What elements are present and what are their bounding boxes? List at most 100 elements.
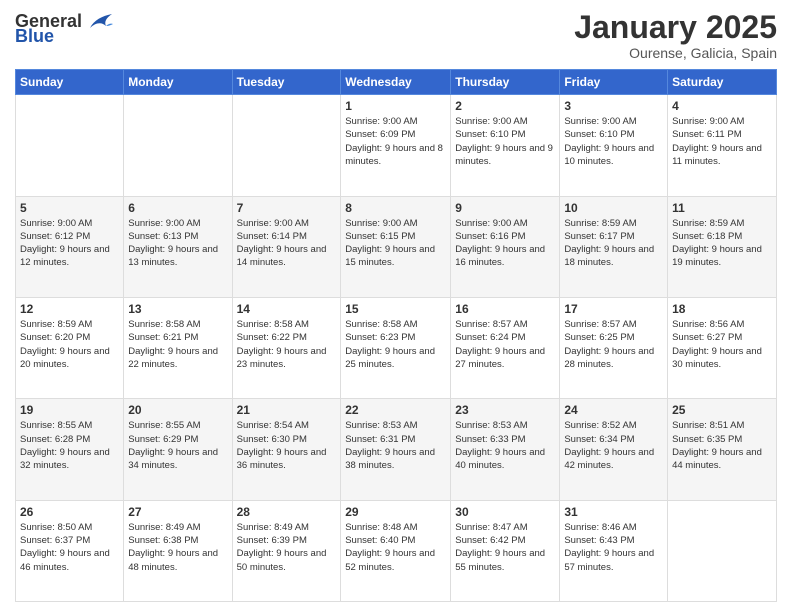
calendar-cell xyxy=(668,500,777,601)
day-info: Sunrise: 8:49 AM Sunset: 6:39 PM Dayligh… xyxy=(237,521,337,574)
day-info: Sunrise: 8:54 AM Sunset: 6:30 PM Dayligh… xyxy=(237,419,337,472)
calendar-cell: 31 Sunrise: 8:46 AM Sunset: 6:43 PM Dayli… xyxy=(560,500,668,601)
day-number: 16 xyxy=(455,302,555,316)
weekday-header: Friday xyxy=(560,70,668,95)
calendar-cell xyxy=(16,95,124,196)
calendar-cell: 15Sunrise: 8:58 AM Sunset: 6:23 PM Dayli… xyxy=(341,297,451,398)
day-number: 27 xyxy=(128,505,227,519)
weekday-header: Monday xyxy=(124,70,232,95)
calendar-week-row: 12Sunrise: 8:59 AM Sunset: 6:20 PM Dayli… xyxy=(16,297,777,398)
calendar-cell: 27 Sunrise: 8:49 AM Sunset: 6:38 PM Dayli… xyxy=(124,500,232,601)
day-number: 11 xyxy=(672,201,772,215)
calendar-cell: 17 Sunrise: 8:57 AM Sunset: 6:25 PM Dayli… xyxy=(560,297,668,398)
calendar-cell: 4Sunrise: 9:00 AM Sunset: 6:11 PM Daylig… xyxy=(668,95,777,196)
day-info: Sunrise: 8:57 AM Sunset: 6:25 PM Dayligh… xyxy=(564,318,663,371)
day-number: 19 xyxy=(20,403,119,417)
calendar-cell: 20 Sunrise: 8:55 AM Sunset: 6:29 PM Dayli… xyxy=(124,399,232,500)
calendar-cell: 11 Sunrise: 8:59 AM Sunset: 6:18 PM Dayli… xyxy=(668,196,777,297)
day-number: 1 xyxy=(345,99,446,113)
calendar-body: 1 Sunrise: 9:00 AM Sunset: 6:09 PM Daylig… xyxy=(16,95,777,602)
day-number: 18 xyxy=(672,302,772,316)
header: General Blue January 2025 Ourense, Galic… xyxy=(15,10,777,61)
calendar-cell: 8 Sunrise: 9:00 AM Sunset: 6:15 PM Daylig… xyxy=(341,196,451,297)
day-number: 8 xyxy=(345,201,446,215)
calendar-cell xyxy=(124,95,232,196)
day-info: Sunrise: 9:00 AM Sunset: 6:14 PM Dayligh… xyxy=(237,217,337,270)
page: General Blue January 2025 Ourense, Galic… xyxy=(0,0,792,612)
calendar-cell: 9 Sunrise: 9:00 AM Sunset: 6:16 PM Daylig… xyxy=(451,196,560,297)
calendar-cell: 12Sunrise: 8:59 AM Sunset: 6:20 PM Dayli… xyxy=(16,297,124,398)
calendar-cell xyxy=(232,95,341,196)
weekday-header: Saturday xyxy=(668,70,777,95)
calendar-header: SundayMondayTuesdayWednesdayThursdayFrid… xyxy=(16,70,777,95)
day-number: 5 xyxy=(20,201,119,215)
calendar-cell: 6 Sunrise: 9:00 AM Sunset: 6:13 PM Daylig… xyxy=(124,196,232,297)
day-info: Sunrise: 8:58 AM Sunset: 6:22 PM Dayligh… xyxy=(237,318,337,371)
day-number: 21 xyxy=(237,403,337,417)
day-info: Sunrise: 8:59 AM Sunset: 6:18 PM Dayligh… xyxy=(672,217,772,270)
day-number: 7 xyxy=(237,201,337,215)
day-number: 13 xyxy=(128,302,227,316)
day-number: 30 xyxy=(455,505,555,519)
calendar-cell: 30 Sunrise: 8:47 AM Sunset: 6:42 PM Dayli… xyxy=(451,500,560,601)
calendar-cell: 2Sunrise: 9:00 AM Sunset: 6:10 PM Daylig… xyxy=(451,95,560,196)
day-info: Sunrise: 9:00 AM Sunset: 6:10 PM Dayligh… xyxy=(455,115,555,168)
day-number: 6 xyxy=(128,201,227,215)
day-info: Sunrise: 8:47 AM Sunset: 6:42 PM Dayligh… xyxy=(455,521,555,574)
calendar-week-row: 5 Sunrise: 9:00 AM Sunset: 6:12 PM Daylig… xyxy=(16,196,777,297)
calendar-cell: 16 Sunrise: 8:57 AM Sunset: 6:24 PM Dayli… xyxy=(451,297,560,398)
day-number: 20 xyxy=(128,403,227,417)
day-info: Sunrise: 8:46 AM Sunset: 6:43 PM Dayligh… xyxy=(564,521,663,574)
calendar-week-row: 1 Sunrise: 9:00 AM Sunset: 6:09 PM Daylig… xyxy=(16,95,777,196)
calendar-week-row: 19 Sunrise: 8:55 AM Sunset: 6:28 PM Dayli… xyxy=(16,399,777,500)
day-info: Sunrise: 8:55 AM Sunset: 6:29 PM Dayligh… xyxy=(128,419,227,472)
day-info: Sunrise: 9:00 AM Sunset: 6:12 PM Dayligh… xyxy=(20,217,119,270)
day-info: Sunrise: 8:51 AM Sunset: 6:35 PM Dayligh… xyxy=(672,419,772,472)
day-number: 25 xyxy=(672,403,772,417)
day-info: Sunrise: 8:59 AM Sunset: 6:17 PM Dayligh… xyxy=(564,217,663,270)
calendar-cell: 21 Sunrise: 8:54 AM Sunset: 6:30 PM Dayli… xyxy=(232,399,341,500)
calendar-cell: 25 Sunrise: 8:51 AM Sunset: 6:35 PM Dayli… xyxy=(668,399,777,500)
day-info: Sunrise: 9:00 AM Sunset: 6:13 PM Dayligh… xyxy=(128,217,227,270)
day-info: Sunrise: 8:56 AM Sunset: 6:27 PM Dayligh… xyxy=(672,318,772,371)
calendar-cell: 26Sunrise: 8:50 AM Sunset: 6:37 PM Dayli… xyxy=(16,500,124,601)
month-title: January 2025 xyxy=(574,10,777,45)
weekday-header: Wednesday xyxy=(341,70,451,95)
calendar-week-row: 26Sunrise: 8:50 AM Sunset: 6:37 PM Dayli… xyxy=(16,500,777,601)
calendar-table: SundayMondayTuesdayWednesdayThursdayFrid… xyxy=(15,69,777,602)
day-number: 31 xyxy=(564,505,663,519)
day-info: Sunrise: 8:57 AM Sunset: 6:24 PM Dayligh… xyxy=(455,318,555,371)
day-info: Sunrise: 8:49 AM Sunset: 6:38 PM Dayligh… xyxy=(128,521,227,574)
day-number: 17 xyxy=(564,302,663,316)
day-number: 29 xyxy=(345,505,446,519)
day-info: Sunrise: 9:00 AM Sunset: 6:09 PM Dayligh… xyxy=(345,115,446,168)
day-number: 23 xyxy=(455,403,555,417)
day-info: Sunrise: 9:00 AM Sunset: 6:15 PM Dayligh… xyxy=(345,217,446,270)
day-number: 28 xyxy=(237,505,337,519)
weekday-row: SundayMondayTuesdayWednesdayThursdayFrid… xyxy=(16,70,777,95)
day-info: Sunrise: 8:52 AM Sunset: 6:34 PM Dayligh… xyxy=(564,419,663,472)
calendar-cell: 18 Sunrise: 8:56 AM Sunset: 6:27 PM Dayli… xyxy=(668,297,777,398)
day-info: Sunrise: 8:55 AM Sunset: 6:28 PM Dayligh… xyxy=(20,419,119,472)
logo-blue-text: Blue xyxy=(15,26,54,47)
day-number: 15 xyxy=(345,302,446,316)
day-info: Sunrise: 8:53 AM Sunset: 6:31 PM Dayligh… xyxy=(345,419,446,472)
day-number: 4 xyxy=(672,99,772,113)
logo-area: General Blue xyxy=(15,10,114,47)
day-number: 24 xyxy=(564,403,663,417)
calendar-cell: 1 Sunrise: 9:00 AM Sunset: 6:09 PM Daylig… xyxy=(341,95,451,196)
day-info: Sunrise: 9:00 AM Sunset: 6:16 PM Dayligh… xyxy=(455,217,555,270)
day-number: 26 xyxy=(20,505,119,519)
weekday-header: Tuesday xyxy=(232,70,341,95)
calendar-cell: 23 Sunrise: 8:53 AM Sunset: 6:33 PM Dayli… xyxy=(451,399,560,500)
calendar-cell: 19 Sunrise: 8:55 AM Sunset: 6:28 PM Dayli… xyxy=(16,399,124,500)
day-info: Sunrise: 8:53 AM Sunset: 6:33 PM Dayligh… xyxy=(455,419,555,472)
calendar-cell: 28 Sunrise: 8:49 AM Sunset: 6:39 PM Dayli… xyxy=(232,500,341,601)
day-number: 9 xyxy=(455,201,555,215)
day-info: Sunrise: 8:58 AM Sunset: 6:21 PM Dayligh… xyxy=(128,318,227,371)
day-number: 14 xyxy=(237,302,337,316)
day-info: Sunrise: 8:59 AM Sunset: 6:20 PM Dayligh… xyxy=(20,318,119,371)
day-number: 22 xyxy=(345,403,446,417)
logo-bird-icon xyxy=(86,10,114,32)
calendar-cell: 7 Sunrise: 9:00 AM Sunset: 6:14 PM Daylig… xyxy=(232,196,341,297)
